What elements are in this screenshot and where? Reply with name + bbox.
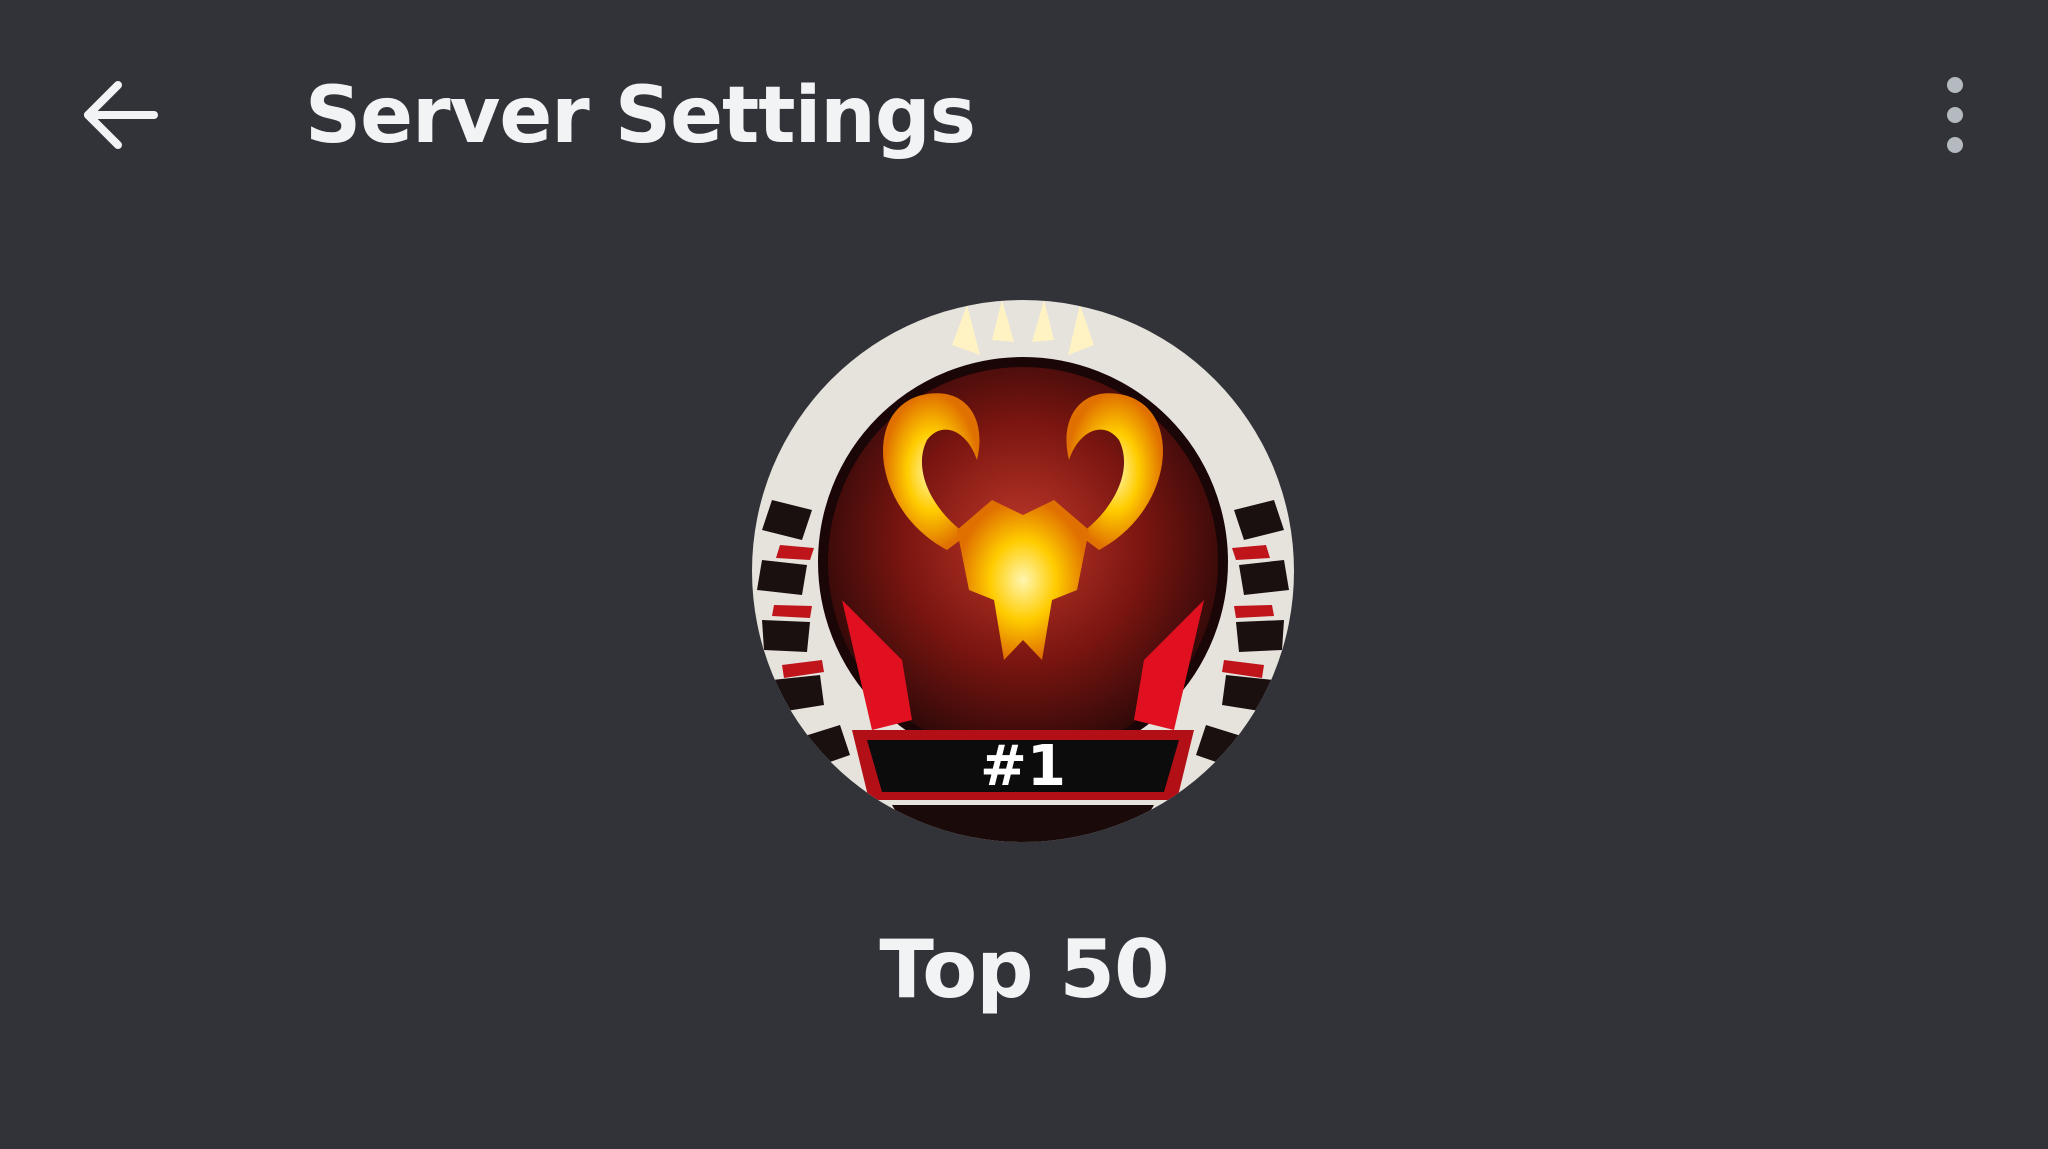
server-avatar-image: #1 [752, 300, 1294, 842]
more-options-button[interactable] [1915, 70, 1995, 160]
badge-text: #1 [980, 734, 1066, 799]
back-button[interactable] [70, 60, 170, 170]
app-header: Server Settings [0, 0, 2048, 230]
kebab-menu-icon [1947, 77, 1963, 153]
page-title: Server Settings [305, 71, 976, 161]
server-avatar[interactable]: #1 [752, 300, 1294, 842]
arrow-left-icon [84, 81, 158, 149]
server-name: Top 50 [879, 923, 1169, 1016]
